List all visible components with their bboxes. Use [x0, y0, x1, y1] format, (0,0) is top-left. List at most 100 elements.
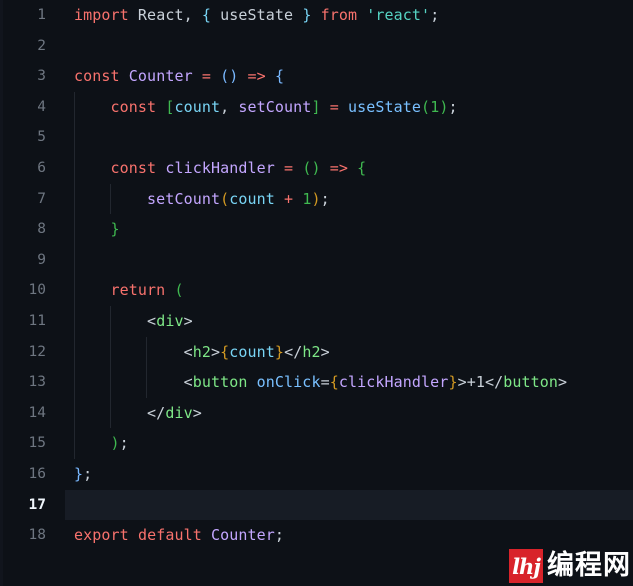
code-editor[interactable]: 1 import React, { useState } from 'react'… [0, 0, 633, 586]
code-line-text[interactable]: const Counter = () => { [74, 61, 284, 92]
code-token: ] [311, 97, 321, 116]
code-line[interactable]: 10 return ( [0, 275, 633, 306]
code-line[interactable]: 17 [0, 489, 633, 521]
code-line-text[interactable]: } [74, 214, 120, 245]
code-line[interactable]: 11 <div> [0, 305, 633, 337]
code-token: setCount [238, 97, 312, 116]
code-line[interactable]: 18 export default Counter; [0, 520, 633, 551]
code-token: > [320, 342, 330, 361]
code-token: = [201, 67, 211, 86]
code-line[interactable]: 12 <h2>{count}</h2> [0, 336, 633, 368]
code-token: count [174, 97, 221, 116]
code-token: { [274, 67, 285, 86]
code-token: ; [448, 97, 458, 116]
code-line-text[interactable]: ); [74, 428, 129, 459]
code-line[interactable]: 15 ); [0, 428, 633, 459]
code-line-text[interactable]: <div> [74, 306, 193, 337]
code-line[interactable]: 9 [0, 244, 633, 276]
code-token: div [156, 311, 184, 330]
code-token: setCount [147, 189, 221, 208]
code-line-text[interactable]: import React, { useState } from 'react'; [74, 0, 439, 31]
line-number[interactable]: 4 [0, 92, 46, 123]
code-line[interactable]: 8 } [0, 214, 633, 245]
code-line[interactable]: 3 const Counter = () => { [0, 61, 633, 92]
code-line[interactable]: 16}; [0, 459, 633, 490]
line-number[interactable]: 18 [0, 520, 46, 551]
line-number[interactable]: 5 [0, 122, 46, 153]
code-line-text[interactable]: export default Counter; [74, 520, 284, 551]
code-line[interactable]: 4 const [count, setCount] = useState(1); [0, 91, 633, 123]
code-lines-container[interactable]: 1 import React, { useState } from 'react'… [0, 0, 633, 551]
code-token: ; [430, 6, 440, 24]
line-number[interactable]: 17 [0, 490, 46, 521]
code-line-text[interactable]: <button onClick={clickHandler}>+1</butto… [74, 367, 568, 398]
line-number[interactable]: 10 [0, 275, 46, 306]
code-line[interactable]: 5 [0, 122, 633, 153]
code-token: => [329, 158, 348, 177]
code-line-text[interactable]: }; [74, 459, 92, 490]
code-token: Counter [211, 526, 275, 545]
code-line[interactable]: 6 const clickHandler = () => { [0, 152, 633, 184]
code-token: < [183, 342, 193, 361]
code-line[interactable]: 13 <button onClick={clickHandler}>+1</bu… [0, 367, 633, 398]
watermark: lhj 编程网 [509, 548, 631, 584]
code-line-text[interactable]: </div> [74, 398, 202, 429]
line-number[interactable]: 7 [0, 184, 46, 215]
line-number[interactable]: 13 [0, 367, 46, 398]
line-number[interactable]: 11 [0, 306, 46, 337]
code-token: { [220, 342, 230, 361]
code-token: () [220, 67, 239, 86]
watermark-label: 编程网 [547, 550, 631, 581]
line-number[interactable]: 6 [0, 153, 46, 184]
code-token: count [229, 189, 275, 208]
code-token: ; [274, 526, 285, 545]
line-number[interactable]: 9 [0, 245, 46, 276]
line-number[interactable]: 3 [0, 61, 46, 92]
code-token: < [183, 373, 193, 392]
line-number[interactable]: 16 [0, 459, 46, 490]
line-number[interactable]: 8 [0, 214, 46, 245]
code-line[interactable]: 7 setCount(count + 1); [0, 183, 633, 215]
code-line[interactable]: 1 import React, { useState } from 'react'… [0, 0, 633, 31]
code-line-text[interactable]: const clickHandler = () => { [74, 153, 367, 184]
line-number[interactable]: 1 [0, 0, 46, 31]
code-line-text[interactable]: return ( [74, 275, 184, 306]
code-token: , [220, 97, 239, 116]
line-number[interactable]: 15 [0, 428, 46, 459]
code-token: => [247, 67, 266, 86]
code-token: , [183, 6, 202, 24]
code-line[interactable]: 2 [0, 31, 633, 62]
code-token: () [302, 158, 321, 177]
line-number[interactable]: 12 [0, 337, 46, 368]
code-token: 'react' [366, 6, 431, 24]
code-token: = [329, 97, 339, 116]
code-line-text[interactable]: <h2>{count}</h2> [74, 337, 330, 368]
code-line-text[interactable]: setCount(count + 1); [74, 184, 330, 215]
code-token: { [201, 6, 211, 24]
line-number[interactable]: 2 [0, 31, 46, 62]
code-token: } [448, 373, 458, 392]
code-line-text[interactable]: const [count, setCount] = useState(1); [74, 92, 458, 123]
line-number[interactable]: 14 [0, 398, 46, 429]
line-highlight [65, 459, 633, 490]
code-token: </ [284, 342, 303, 361]
code-token: ) [110, 434, 120, 453]
code-line[interactable]: 14 </div> [0, 397, 633, 429]
code-token: } [110, 220, 120, 239]
code-token: ( [220, 189, 230, 208]
